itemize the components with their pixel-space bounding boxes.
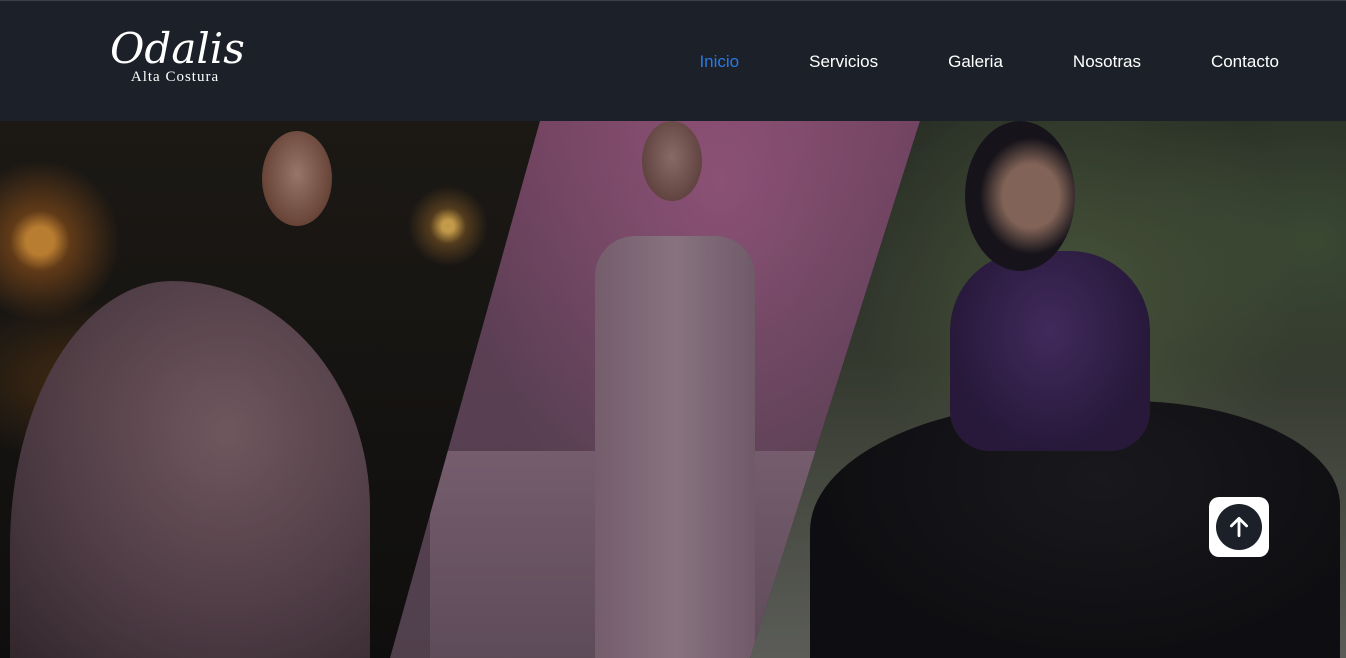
nav-item-inicio[interactable]: Inicio	[699, 51, 739, 73]
model-head	[262, 131, 332, 226]
site-header: Odalis Alta Costura Inicio Servicios Gal…	[0, 0, 1346, 121]
bodice-shape	[950, 251, 1150, 451]
gown-shape	[595, 236, 755, 658]
brand-name: Odalis	[110, 24, 245, 73]
main-nav: Inicio Servicios Galeria Nosotras Contac…	[629, 51, 1279, 73]
nav-item-contacto[interactable]: Contacto	[1211, 51, 1279, 73]
nav-item-nosotras[interactable]: Nosotras	[1073, 51, 1141, 73]
nav-item-servicios[interactable]: Servicios	[809, 51, 878, 73]
model-head	[965, 121, 1075, 271]
model-head	[642, 121, 702, 201]
page: Odalis Alta Costura Inicio Servicios Gal…	[0, 0, 1346, 658]
hero-collage	[0, 121, 1346, 658]
nav-item-galeria[interactable]: Galeria	[948, 51, 1003, 73]
gown-shape	[10, 281, 370, 658]
brand-logo[interactable]: Odalis Alta Costura	[110, 24, 245, 86]
back-to-top-button[interactable]	[1209, 497, 1269, 557]
arrow-up-icon	[1216, 504, 1262, 550]
